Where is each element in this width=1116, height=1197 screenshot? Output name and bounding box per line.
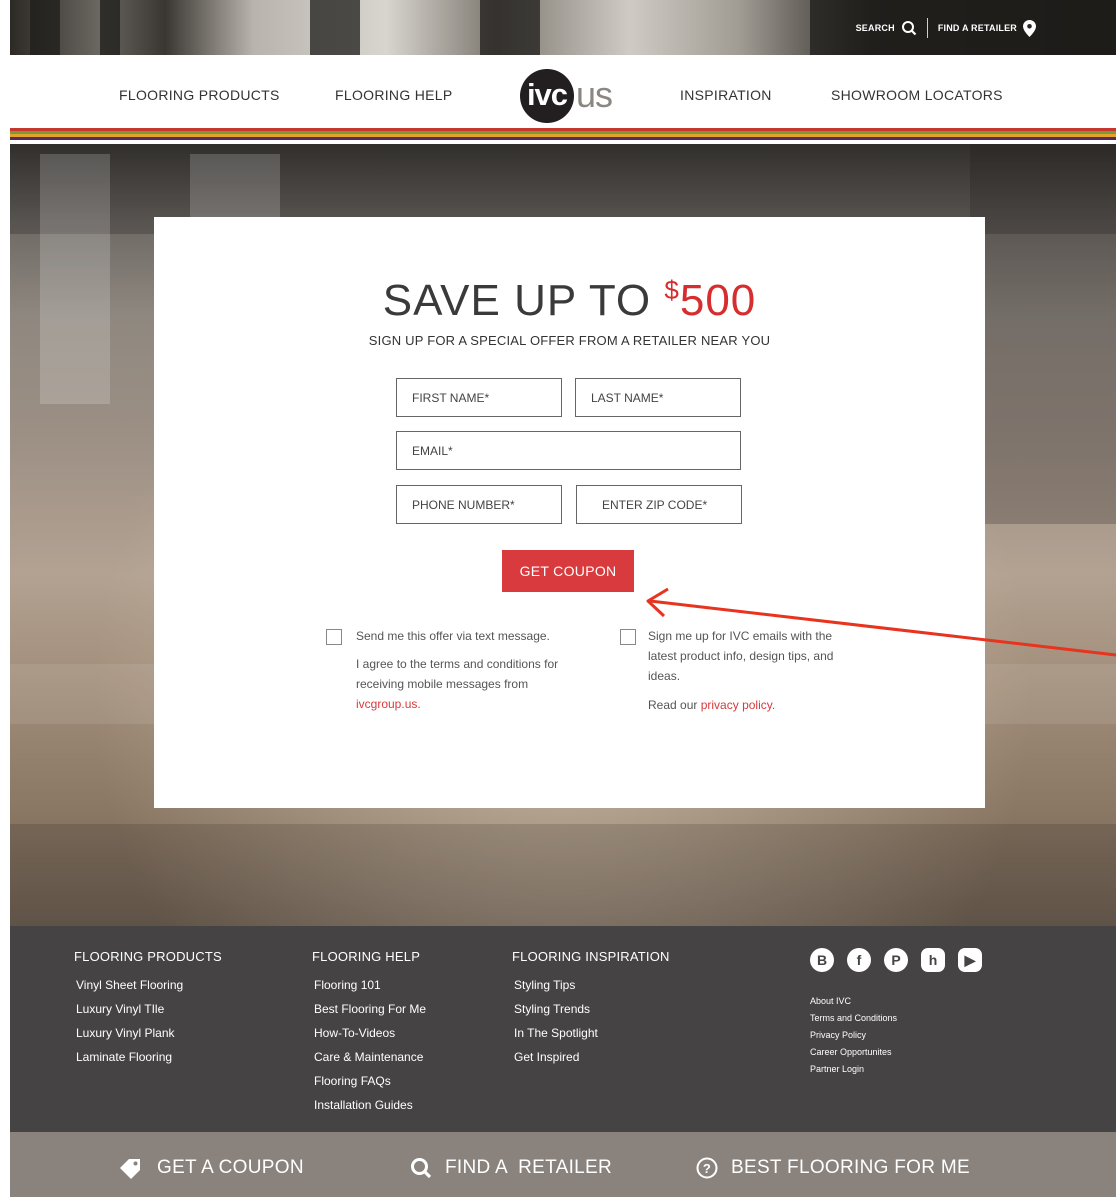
nav-flooring-help[interactable]: FLOORING HELP (335, 87, 452, 103)
privacy-policy-link[interactable]: privacy policy. (701, 698, 775, 712)
search-icon (411, 1158, 432, 1179)
bottom-best-flooring[interactable]: ? BEST FLOORING FOR ME (696, 1157, 970, 1179)
hero-shade (10, 824, 1116, 926)
bottom-best-flooring-label: BEST FLOORING FOR ME (731, 1157, 970, 1178)
footer-link[interactable]: In The Spotlight (512, 1021, 670, 1045)
footer-link[interactable]: Styling Trends (512, 997, 670, 1021)
sms-terms: I agree to the terms and conditions for … (356, 654, 596, 714)
blogger-icon[interactable]: B (810, 948, 834, 972)
headline-amount: 500 (679, 276, 757, 325)
coupon-signup-card: SAVE UP TO $500 SIGN UP FOR A SPECIAL OF… (154, 217, 985, 808)
help-icon: ? (696, 1157, 718, 1179)
footer-link[interactable]: How-To-Videos (312, 1021, 426, 1045)
facebook-icon[interactable]: f (847, 948, 871, 972)
ivcgroup-link[interactable]: ivcgroup.us. (356, 697, 421, 711)
hero-strip-shadow (310, 0, 360, 55)
search-icon (901, 21, 917, 36)
sms-opt-in-checkbox[interactable] (326, 629, 342, 645)
offer-headline: SAVE UP TO $500 (154, 275, 985, 326)
find-retailer-label: FIND A RETAILER (937, 23, 1017, 33)
top-hero-strip: SEARCH FIND A RETAILER (10, 0, 1116, 55)
brand-stripes (10, 128, 1116, 144)
hero-strip-shadow (480, 0, 540, 55)
headline-currency: $ (664, 275, 680, 305)
stripe-purple (10, 137, 1116, 140)
houzz-icon[interactable]: h (921, 948, 945, 972)
privacy-note: Read our privacy policy. (648, 695, 848, 715)
footer-column-products: FLOORING PRODUCTS Vinyl Sheet Flooring L… (74, 949, 222, 1069)
hero-strip-shadow (30, 0, 60, 55)
footer-heading: FLOORING INSPIRATION (512, 949, 670, 964)
footer-link[interactable]: Luxury Vinyl TIle (74, 997, 222, 1021)
footer-heading: FLOORING PRODUCTS (74, 949, 222, 964)
last-name-field[interactable] (575, 378, 741, 417)
sms-option-label: Send me this offer via text message. (356, 629, 550, 643)
bottom-get-coupon-label: GET A COUPON (157, 1157, 304, 1178)
footer-heading: FLOORING HELP (312, 949, 421, 964)
nav-inspiration[interactable]: INSPIRATION (680, 87, 772, 103)
bottom-action-bar: GET A COUPON FIND A RETAILER ? BEST FLOO… (10, 1132, 1116, 1197)
pinterest-icon[interactable]: P (884, 948, 908, 972)
email-field[interactable] (396, 431, 741, 470)
find-retailer-link[interactable]: FIND A RETAILER (937, 19, 1036, 37)
footer-link[interactable]: Laminate Flooring (74, 1045, 222, 1069)
nav-showroom-locators[interactable]: SHOWROOM LOCATORS (831, 87, 1003, 103)
legal-link[interactable]: Terms and Conditions (810, 1010, 897, 1027)
bottom-find-retailer-label: FIND A RETAILER (445, 1157, 613, 1178)
zip-code-field[interactable] (576, 485, 742, 524)
footer-link[interactable]: Styling Tips (512, 973, 670, 997)
offer-subhead: SIGN UP FOR A SPECIAL OFFER FROM A RETAI… (368, 333, 771, 348)
footer-column-inspiration: FLOORING INSPIRATION Styling Tips Stylin… (512, 949, 670, 1069)
site-footer: FLOORING PRODUCTS Vinyl Sheet Flooring L… (10, 926, 1116, 1132)
map-pin-icon (1023, 19, 1036, 37)
legal-link[interactable]: About IVC (810, 993, 897, 1010)
footer-link[interactable]: Luxury Vinyl Plank (74, 1021, 222, 1045)
annotation-arrow (646, 587, 1116, 657)
footer-link[interactable]: Vinyl Sheet Flooring (74, 973, 222, 997)
legal-link[interactable]: Career Opportunites (810, 1044, 897, 1061)
hero-strip-shadow (100, 0, 120, 55)
bottom-get-coupon[interactable]: GET A COUPON (118, 1157, 304, 1179)
phone-field[interactable] (396, 485, 562, 524)
logo-mark: ivc (520, 69, 574, 123)
svg-text:?: ? (703, 1161, 711, 1176)
footer-column-help: FLOORING HELP Flooring 101 Best Flooring… (312, 949, 426, 1117)
footer-link[interactable]: Installation Guides (312, 1093, 426, 1117)
youtube-icon[interactable]: ▶ (958, 948, 982, 972)
ivc-us-logo[interactable]: ivc us (518, 69, 638, 125)
search-link[interactable]: SEARCH (856, 20, 917, 36)
logo-suffix: us (576, 74, 613, 115)
tag-icon (120, 1159, 140, 1179)
hero-shade (970, 144, 1116, 524)
footer-link[interactable]: Flooring FAQs (312, 1069, 426, 1093)
first-name-field[interactable] (396, 378, 562, 417)
social-links: B f P h ▶ (810, 948, 982, 972)
bottom-find-retailer[interactable]: FIND A RETAILER (410, 1157, 612, 1179)
footer-link[interactable]: Get Inspired (512, 1045, 670, 1069)
nav-flooring-products[interactable]: FLOORING PRODUCTS (119, 87, 280, 103)
sms-option-text: Send me this offer via text message. I a… (356, 626, 596, 714)
legal-link[interactable]: Partner Login (810, 1061, 897, 1078)
footer-link[interactable]: Care & Maintenance (312, 1045, 426, 1069)
search-label: SEARCH (855, 23, 895, 33)
footer-link[interactable]: Best Flooring For Me (312, 997, 426, 1021)
legal-link[interactable]: Privacy Policy (810, 1027, 897, 1044)
get-coupon-button[interactable]: GET COUPON (502, 550, 634, 592)
legal-links: About IVC Terms and Conditions Privacy P… (810, 993, 897, 1078)
footer-link[interactable]: Flooring 101 (312, 973, 426, 997)
sms-terms-text: I agree to the terms and conditions for … (356, 657, 559, 691)
privacy-prefix: Read our (648, 698, 698, 712)
headline-prefix: SAVE UP TO (382, 276, 665, 325)
utility-divider (926, 18, 928, 38)
utility-links: SEARCH FIND A RETAILER (856, 18, 1036, 38)
hero-window (40, 154, 110, 404)
main-nav: FLOORING PRODUCTS FLOORING HELP ivc us I… (10, 55, 1116, 131)
